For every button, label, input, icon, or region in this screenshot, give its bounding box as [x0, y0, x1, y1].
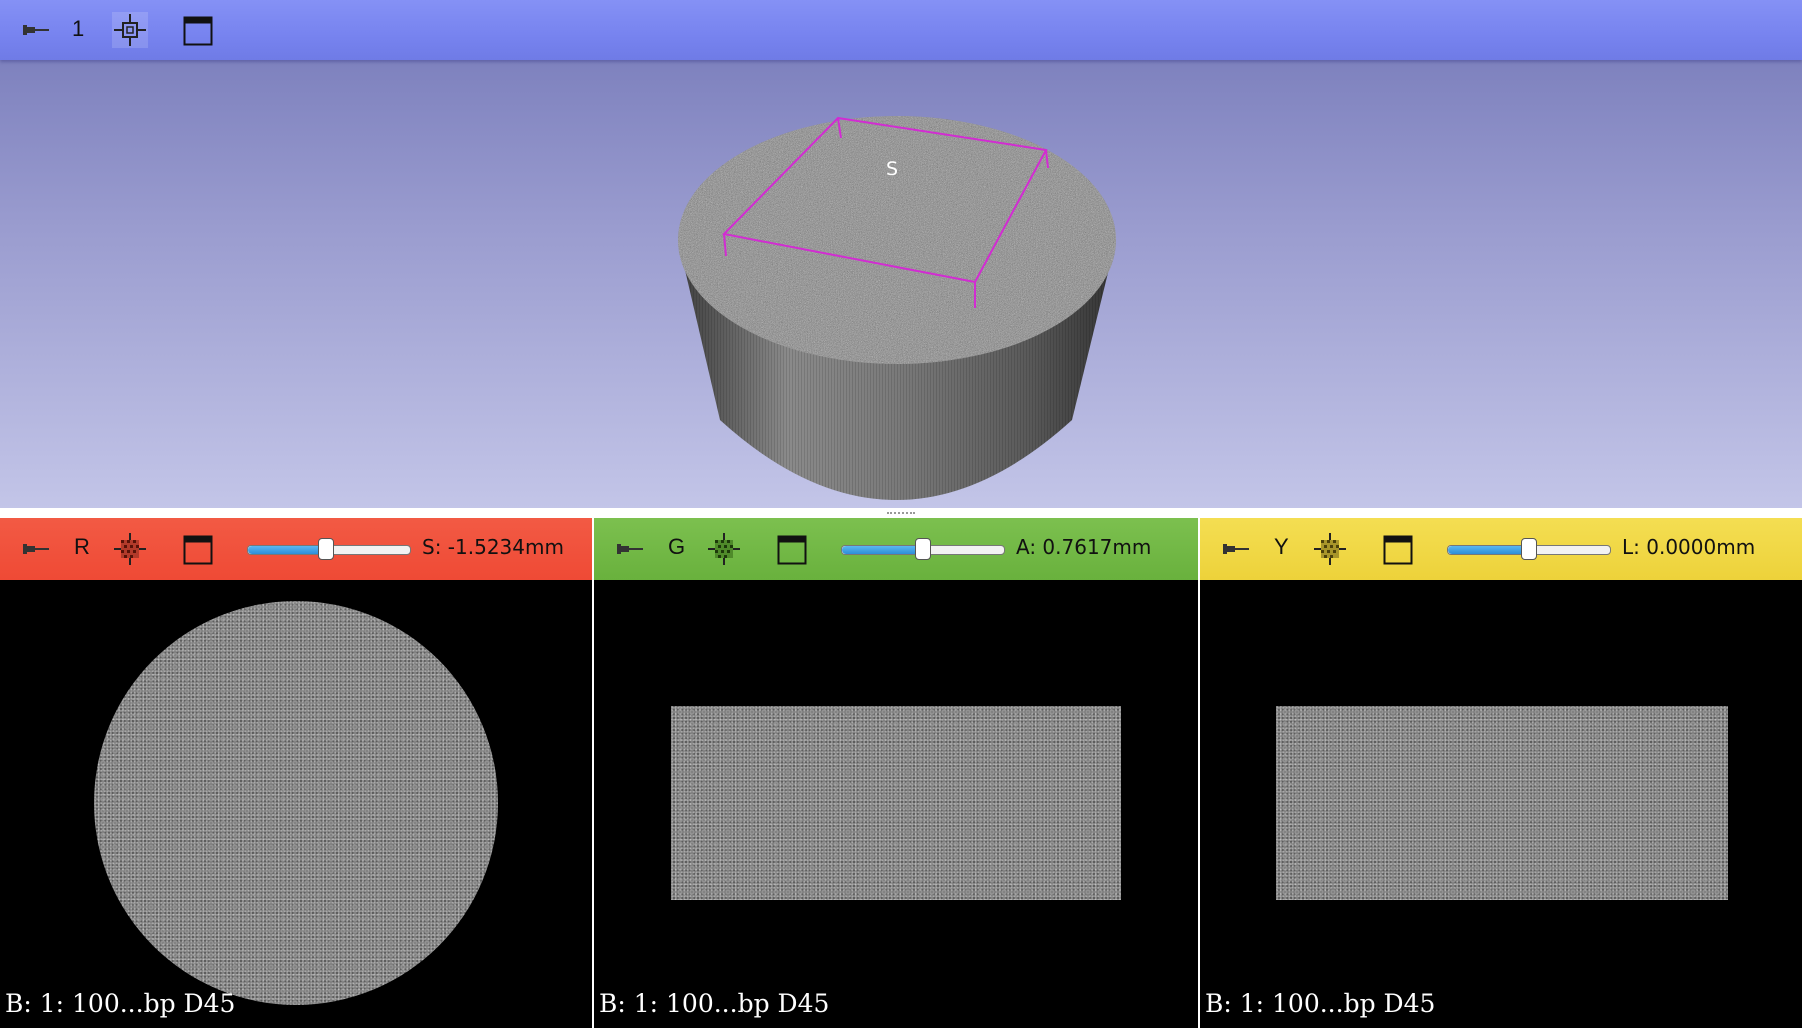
slice-image-rectangle [671, 706, 1121, 900]
volume-name-label: B: 1: 100...bp D45 [1205, 989, 1436, 1018]
slider-fill [842, 546, 923, 554]
layer-visibility-icon[interactable] [112, 531, 148, 567]
slider-thumb[interactable] [1521, 538, 1537, 560]
slider-fill [248, 546, 326, 554]
splitter-grip[interactable] [887, 512, 915, 516]
slice-offset-slider[interactable] [247, 538, 411, 560]
pin-icon[interactable] [20, 534, 52, 564]
layer-visibility-icon[interactable] [706, 531, 742, 567]
slice-letter: R [74, 534, 90, 559]
layer-visibility-icon[interactable] [1312, 531, 1348, 567]
slice-controller-bar-yellow: Y L: 0.0000mm [1200, 518, 1802, 580]
pin-icon[interactable] [1220, 534, 1252, 564]
slider-thumb[interactable] [318, 538, 334, 560]
slice-offset-value: L: 0.0000mm [1622, 535, 1756, 559]
slider-thumb[interactable] [915, 538, 931, 560]
slice-letter: G [668, 534, 686, 559]
volume-name-label: B: 1: 100...bp D45 [599, 989, 830, 1018]
3d-cylinder-render[interactable] [0, 0, 1802, 508]
3d-view-controller-bar: 1 [0, 0, 1802, 60]
slice-view-red[interactable]: R S: -1.5234mm B: 1: 100...bp D45 [0, 518, 592, 1028]
maximize-view-icon[interactable] [182, 534, 214, 566]
maximize-view-icon[interactable] [182, 15, 214, 47]
slice-offset-value: S: -1.5234mm [422, 535, 564, 559]
slice-controller-bar-red: R S: -1.5234mm [0, 518, 592, 580]
orientation-label: S [886, 158, 899, 180]
3d-view[interactable]: 1 S [0, 0, 1802, 508]
slice-controller-bar-green: G A: 0.7617mm [594, 518, 1198, 580]
volume-name-label: B: 1: 100...bp D45 [5, 989, 236, 1018]
slice-view-yellow[interactable]: Y L: 0.0000mm B: 1: 100...bp D45 [1200, 518, 1802, 1028]
slice-offset-slider[interactable] [1447, 538, 1611, 560]
view-number: 1 [72, 16, 85, 41]
slice-letter: Y [1274, 534, 1289, 559]
slice-image-rectangle [1276, 706, 1728, 900]
maximize-view-icon[interactable] [776, 534, 808, 566]
slice-image-circle [94, 601, 498, 1005]
slice-view-green[interactable]: G A: 0.7617mm B: 1: 100...bp D45 [594, 518, 1198, 1028]
pin-icon[interactable] [20, 14, 52, 46]
slider-fill [1448, 546, 1529, 554]
slice-offset-value: A: 0.7617mm [1016, 535, 1152, 559]
slice-offset-slider[interactable] [841, 538, 1005, 560]
center-view-icon[interactable] [112, 12, 148, 48]
pin-icon[interactable] [614, 534, 646, 564]
maximize-view-icon[interactable] [1382, 534, 1414, 566]
